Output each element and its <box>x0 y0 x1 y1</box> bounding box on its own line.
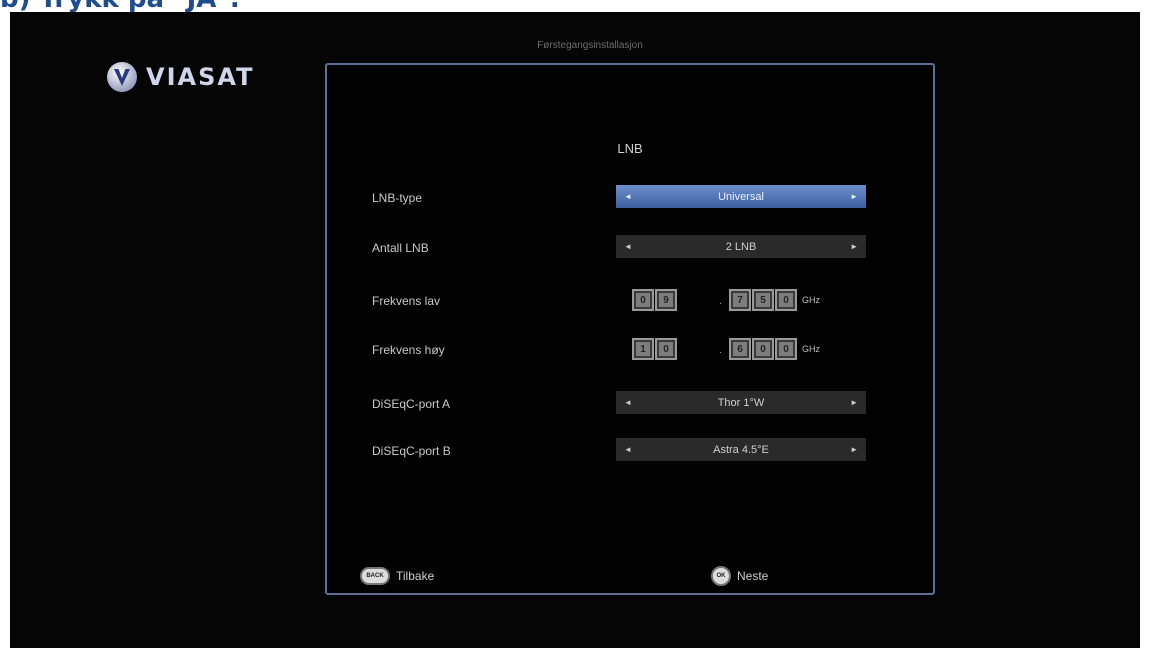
ok-key-icon: OK <box>711 566 731 586</box>
diseqc-port-b-value: Astra 4.5°E <box>713 443 769 456</box>
frekvens-hoy-digit[interactable]: 0 <box>655 338 677 360</box>
frekvens-lav-digit[interactable]: 7 <box>729 289 751 311</box>
arrow-left-icon[interactable]: ◄ <box>624 445 632 454</box>
frekvens-hoy-digit[interactable]: 0 <box>775 338 797 360</box>
next-label: Neste <box>737 569 769 583</box>
diseqc-port-a-label: DiSEqC-port A <box>372 397 451 411</box>
brand-logo: VIASAT <box>106 60 254 94</box>
lnb-type-label: LNB-type <box>372 191 423 205</box>
arrow-left-icon[interactable]: ◄ <box>624 192 632 201</box>
frekvens-lav-digit[interactable]: 5 <box>752 289 774 311</box>
diseqc-port-a-selector[interactable]: ◄ Thor 1°W ► <box>616 391 866 414</box>
frekvens-hoy-digit[interactable]: 1 <box>632 338 654 360</box>
antall-lnb-selector[interactable]: ◄ 2 LNB ► <box>616 235 866 258</box>
document-heading: b) Trykk på "JA". <box>0 0 240 12</box>
next-action[interactable]: OK Neste <box>711 566 768 586</box>
viasat-logo-icon <box>107 62 137 92</box>
arrow-right-icon[interactable]: ► <box>850 242 858 251</box>
frekvens-hoy-label: Frekvens høy <box>372 343 445 357</box>
decimal-separator: . <box>719 296 722 307</box>
frekvens-lav-digit[interactable]: 0 <box>632 289 654 311</box>
lnb-type-value: Universal <box>718 190 764 203</box>
diseqc-port-b-selector[interactable]: ◄ Astra 4.5°E ► <box>616 438 866 461</box>
frekvens-lav-unit: GHz <box>802 295 820 305</box>
frekvens-lav-digit[interactable]: 0 <box>775 289 797 311</box>
tv-screen: VIASAT Førstegangsinstallasjon LNB LNB-t… <box>10 12 1140 648</box>
lnb-settings-panel: LNB LNB-type ◄ Universal ► Antall LNB ◄ … <box>325 63 935 595</box>
back-label: Tilbake <box>396 569 435 583</box>
decimal-separator: . <box>719 345 722 356</box>
arrow-left-icon[interactable]: ◄ <box>624 398 632 407</box>
back-action[interactable]: BACK Tilbake <box>360 566 434 586</box>
screen-title: Førstegangsinstallasjon <box>537 40 643 51</box>
lnb-type-selector[interactable]: ◄ Universal ► <box>616 185 866 208</box>
antall-lnb-label: Antall LNB <box>372 241 429 255</box>
arrow-left-icon[interactable]: ◄ <box>624 242 632 251</box>
diseqc-port-b-label: DiSEqC-port B <box>372 444 451 458</box>
frekvens-hoy-unit: GHz <box>802 344 820 354</box>
back-key-icon: BACK <box>360 567 390 585</box>
frekvens-lav-digit[interactable]: 9 <box>655 289 677 311</box>
frekvens-hoy-digit[interactable]: 6 <box>729 338 751 360</box>
frekvens-hoy-digit[interactable]: 0 <box>752 338 774 360</box>
panel-title: LNB <box>617 141 643 156</box>
arrow-right-icon[interactable]: ► <box>850 192 858 201</box>
frekvens-lav-label: Frekvens lav <box>372 294 441 308</box>
brand-name: VIASAT <box>146 63 255 91</box>
antall-lnb-value: 2 LNB <box>725 240 757 253</box>
diseqc-port-a-value: Thor 1°W <box>717 396 765 409</box>
arrow-right-icon[interactable]: ► <box>850 398 858 407</box>
arrow-right-icon[interactable]: ► <box>850 445 858 454</box>
